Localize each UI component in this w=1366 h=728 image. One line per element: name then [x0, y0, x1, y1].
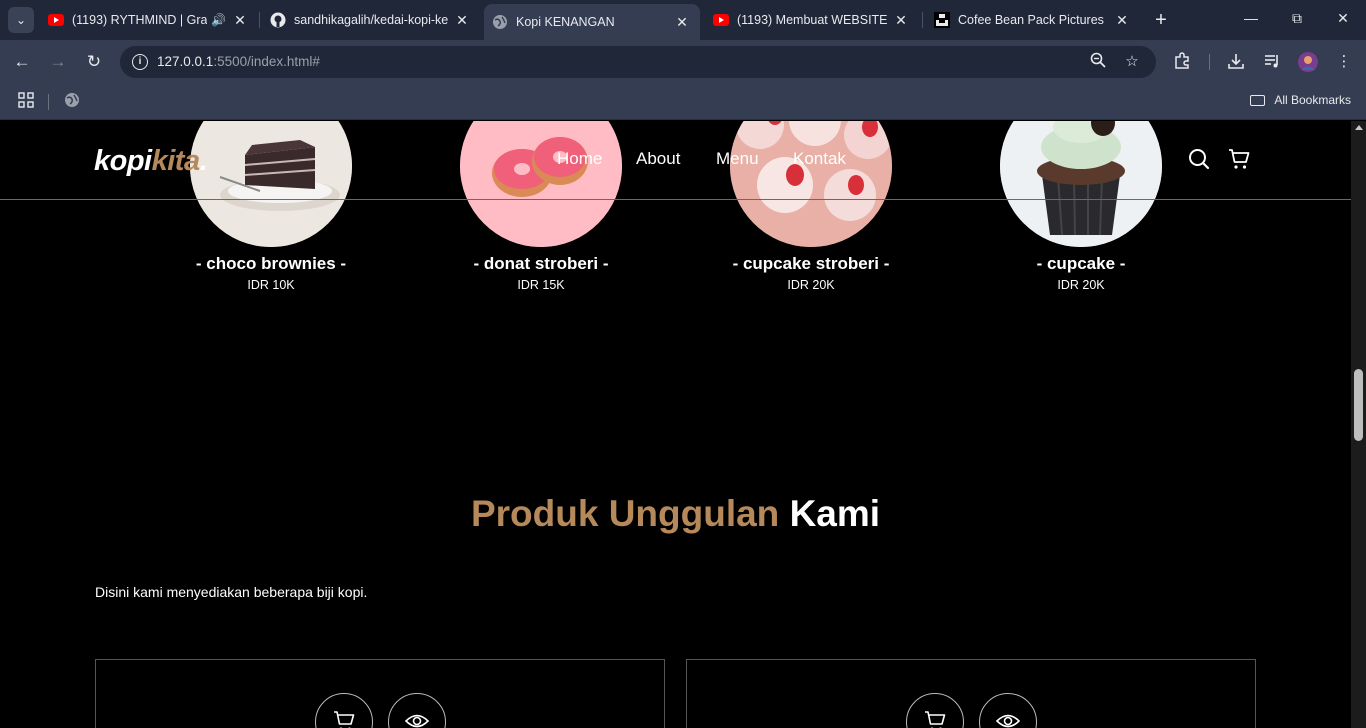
- all-bookmarks-label: All Bookmarks: [1274, 93, 1351, 107]
- nav-menu[interactable]: Menu: [716, 149, 759, 169]
- logo-dot: .: [199, 145, 208, 177]
- tab-search-button[interactable]: ⌄: [8, 7, 34, 33]
- menu-item-name: - choco brownies -: [195, 254, 347, 273]
- close-tab-icon[interactable]: ✕: [232, 12, 248, 28]
- eye-icon: [995, 710, 1021, 728]
- url-path: :5500/index.html#: [213, 54, 320, 69]
- products-section-title: Produk Unggulan Kami: [0, 493, 1351, 535]
- tab-title: (1193) Membuat WEBSITE K: [737, 13, 887, 27]
- site-info-icon[interactable]: i: [132, 54, 148, 70]
- close-tab-icon[interactable]: ✕: [674, 14, 690, 30]
- menu-item-name: - cupcake stroberi -: [732, 254, 890, 273]
- menu-item-name: - donat stroberi -: [473, 254, 609, 273]
- tab-strip: ⌄ (1193) RYTHMIND | Gran 🔊 ✕ sandhikagal…: [0, 0, 1366, 40]
- menu-item-price: IDR 15K: [517, 278, 565, 292]
- address-bar[interactable]: i 127.0.0.1:5500/index.html# ☆: [120, 46, 1156, 78]
- globe-bookmark-icon[interactable]: [62, 92, 82, 112]
- chrome-menu-icon[interactable]: ⋮: [1334, 52, 1354, 72]
- media-control-icon[interactable]: [1262, 52, 1282, 72]
- tab-title: Kopi KENANGAN: [516, 15, 615, 29]
- view-detail-button[interactable]: [979, 693, 1037, 728]
- close-tab-icon[interactable]: ✕: [454, 12, 470, 28]
- tab-kopi-kenangan[interactable]: Kopi KENANGAN ✕: [484, 4, 700, 40]
- shopping-cart-icon[interactable]: [1228, 148, 1250, 170]
- new-tab-button[interactable]: +: [1151, 10, 1171, 30]
- all-bookmarks-button[interactable]: All Bookmarks: [1250, 93, 1351, 107]
- url-text[interactable]: 127.0.0.1:5500/index.html#: [157, 54, 320, 69]
- tab-title: Cofee Bean Pack Pictures | D: [958, 13, 1108, 27]
- toolbar-divider: [1209, 54, 1210, 70]
- github-icon: [270, 12, 286, 28]
- download-icon[interactable]: [1226, 52, 1246, 72]
- back-button[interactable]: ←: [12, 52, 32, 72]
- bookmark-star-icon[interactable]: ☆: [1122, 52, 1142, 72]
- products-description: Disini kami menyediakan beberapa biji ko…: [95, 584, 368, 600]
- eye-icon: [404, 710, 430, 728]
- scroll-up-arrow[interactable]: [1355, 125, 1363, 130]
- minimize-button[interactable]: —: [1241, 10, 1261, 26]
- audio-playing-icon[interactable]: 🔊: [211, 13, 226, 27]
- tab-divider: [259, 12, 260, 28]
- tab-github[interactable]: sandhikagalih/kedai-kopi-ke ✕: [262, 6, 480, 34]
- add-to-cart-button[interactable]: [906, 693, 964, 728]
- menu-item-name: - cupcake -: [1036, 254, 1126, 273]
- extensions-icon[interactable]: [1172, 52, 1192, 72]
- nav-about[interactable]: About: [636, 149, 680, 169]
- unsplash-icon: [934, 12, 950, 28]
- shopping-cart-icon: [924, 710, 946, 728]
- menu-item-price: IDR 10K: [247, 278, 295, 292]
- product-card: [95, 659, 665, 728]
- browser-toolbar: ← → ↻ i 127.0.0.1:5500/index.html# ☆ ⋮: [0, 40, 1366, 84]
- close-window-button[interactable]: ✕: [1333, 10, 1353, 27]
- forward-button[interactable]: →: [48, 52, 68, 72]
- menu-item-price: IDR 20K: [1057, 278, 1105, 292]
- menu-item-price: IDR 20K: [787, 278, 835, 292]
- site-navbar: kopikita. Home About Menu Kontak: [0, 121, 1351, 200]
- page-viewport: - choco brownies - IDR 10K - donat strob…: [0, 121, 1366, 728]
- add-to-cart-button[interactable]: [315, 693, 373, 728]
- url-host: 127.0.0.1: [157, 54, 214, 69]
- zoom-icon[interactable]: [1088, 52, 1108, 72]
- close-tab-icon[interactable]: ✕: [1114, 12, 1130, 28]
- youtube-icon: [713, 12, 729, 28]
- scrollbar-thumb[interactable]: [1354, 369, 1363, 441]
- folder-icon: [1250, 94, 1266, 106]
- tab-title: (1193) RYTHMIND | Gran: [72, 13, 208, 27]
- reload-button[interactable]: ↻: [84, 52, 104, 72]
- tab-title: sandhikagalih/kedai-kopi-ke: [294, 13, 448, 27]
- close-tab-icon[interactable]: ✕: [893, 12, 909, 28]
- profile-avatar-icon[interactable]: [1298, 52, 1318, 72]
- view-detail-button[interactable]: [388, 693, 446, 728]
- nav-home[interactable]: Home: [557, 149, 602, 169]
- site-logo[interactable]: kopikita.: [94, 145, 208, 178]
- product-card: [686, 659, 1256, 728]
- page-scrollbar[interactable]: [1351, 121, 1366, 728]
- title-rest: Kami: [789, 493, 881, 534]
- logo-main: kopi: [94, 145, 152, 177]
- globe-icon: [492, 14, 508, 30]
- tab-unsplash[interactable]: Cofee Bean Pack Pictures | D ✕: [926, 6, 1140, 34]
- bookmarks-bar: All Bookmarks: [0, 84, 1366, 120]
- shopping-cart-icon: [333, 710, 355, 728]
- title-accent: Produk Unggulan: [470, 493, 780, 534]
- apps-grid-icon[interactable]: [16, 92, 36, 112]
- restore-button[interactable]: ⧉: [1287, 10, 1307, 27]
- search-icon[interactable]: [1188, 148, 1210, 170]
- tab-rythmind[interactable]: (1193) RYTHMIND | Gran 🔊 ✕: [40, 6, 258, 34]
- bookmarks-divider: [48, 94, 49, 110]
- logo-accent: kita: [151, 145, 200, 177]
- youtube-icon: [48, 12, 64, 28]
- tab-membuat-website[interactable]: (1193) Membuat WEBSITE K ✕: [705, 6, 919, 34]
- nav-kontak[interactable]: Kontak: [793, 149, 846, 169]
- tab-divider: [922, 12, 923, 28]
